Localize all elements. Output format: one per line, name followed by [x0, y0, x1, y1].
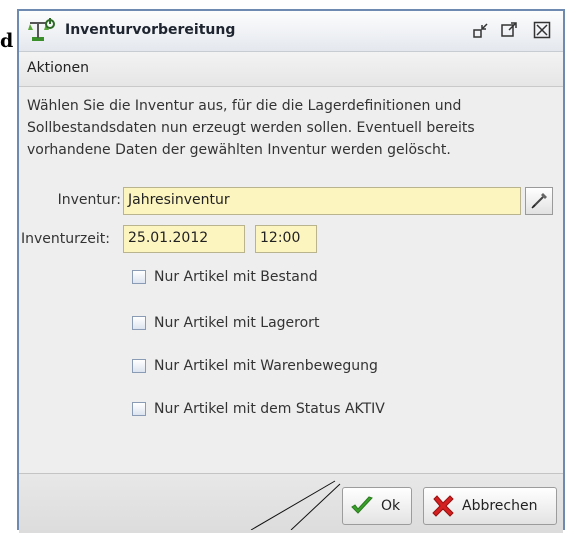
callout-lines — [250, 480, 341, 530]
